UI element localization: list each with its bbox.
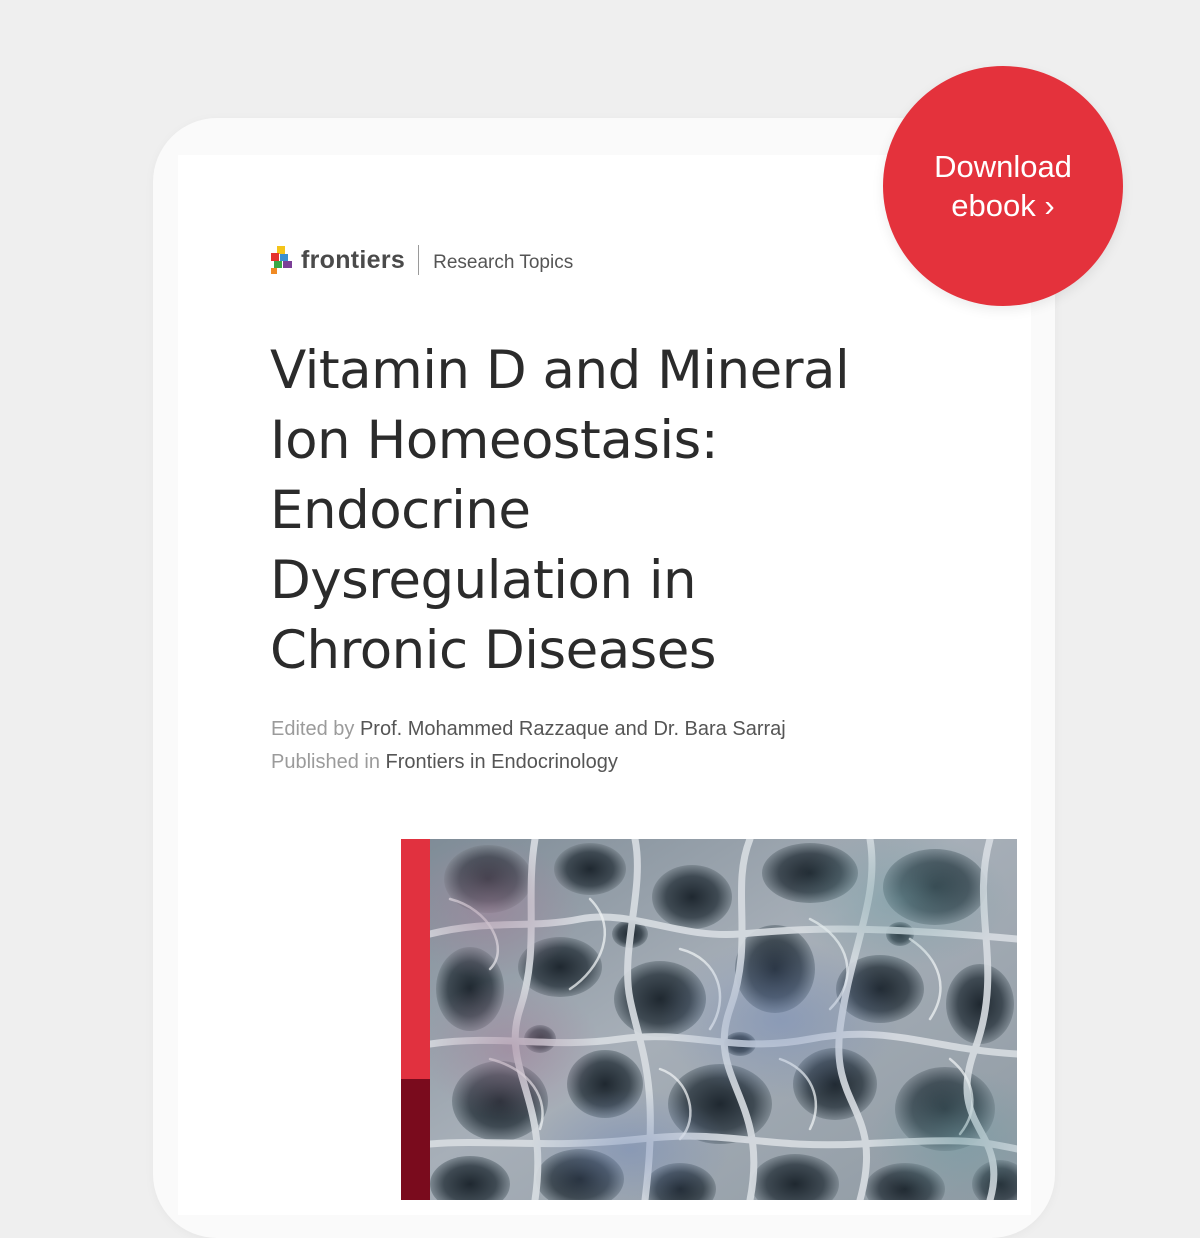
accent-bar-dark-red bbox=[401, 1079, 430, 1200]
frontiers-logo-icon bbox=[271, 246, 292, 274]
brand-logo-text: frontiers bbox=[301, 245, 406, 274]
download-ebook-label-line1: Download bbox=[934, 149, 1072, 184]
book-title-line: Endocrine bbox=[270, 480, 531, 541]
cover-art bbox=[401, 839, 1017, 1200]
brand-section-label: Research Topics bbox=[433, 251, 574, 273]
download-ebook-label-line2: ebook › bbox=[951, 188, 1055, 223]
download-ebook-button[interactable]: Download ebook › bbox=[883, 66, 1123, 306]
brand-header: frontiers Research Topics bbox=[271, 243, 573, 277]
editors-line: Edited by Prof. Mohammed Razzaque and Dr… bbox=[271, 713, 786, 746]
brand-divider bbox=[418, 245, 420, 275]
book-title-line: Ion Homeostasis: bbox=[270, 410, 719, 471]
book-meta: Edited by Prof. Mohammed Razzaque and Dr… bbox=[271, 713, 786, 779]
book-title-line: Chronic Diseases bbox=[270, 620, 717, 681]
journal-line: Published in Frontiers in Endocrinology bbox=[271, 746, 786, 779]
accent-bar-red bbox=[401, 839, 430, 1079]
book-title-line: Dysregulation in bbox=[270, 550, 697, 611]
book-title: Vitamin D and Mineral Ion Homeostasis: E… bbox=[270, 336, 970, 686]
bone-microstructure-image bbox=[430, 839, 1017, 1200]
journal-name: Frontiers in Endocrinology bbox=[385, 751, 618, 773]
published-in-label: Published in bbox=[271, 751, 380, 773]
book-title-line: Vitamin D and Mineral bbox=[270, 340, 850, 401]
edited-by-label: Edited by bbox=[271, 718, 355, 740]
editors-names: Prof. Mohammed Razzaque and Dr. Bara Sar… bbox=[359, 718, 786, 740]
